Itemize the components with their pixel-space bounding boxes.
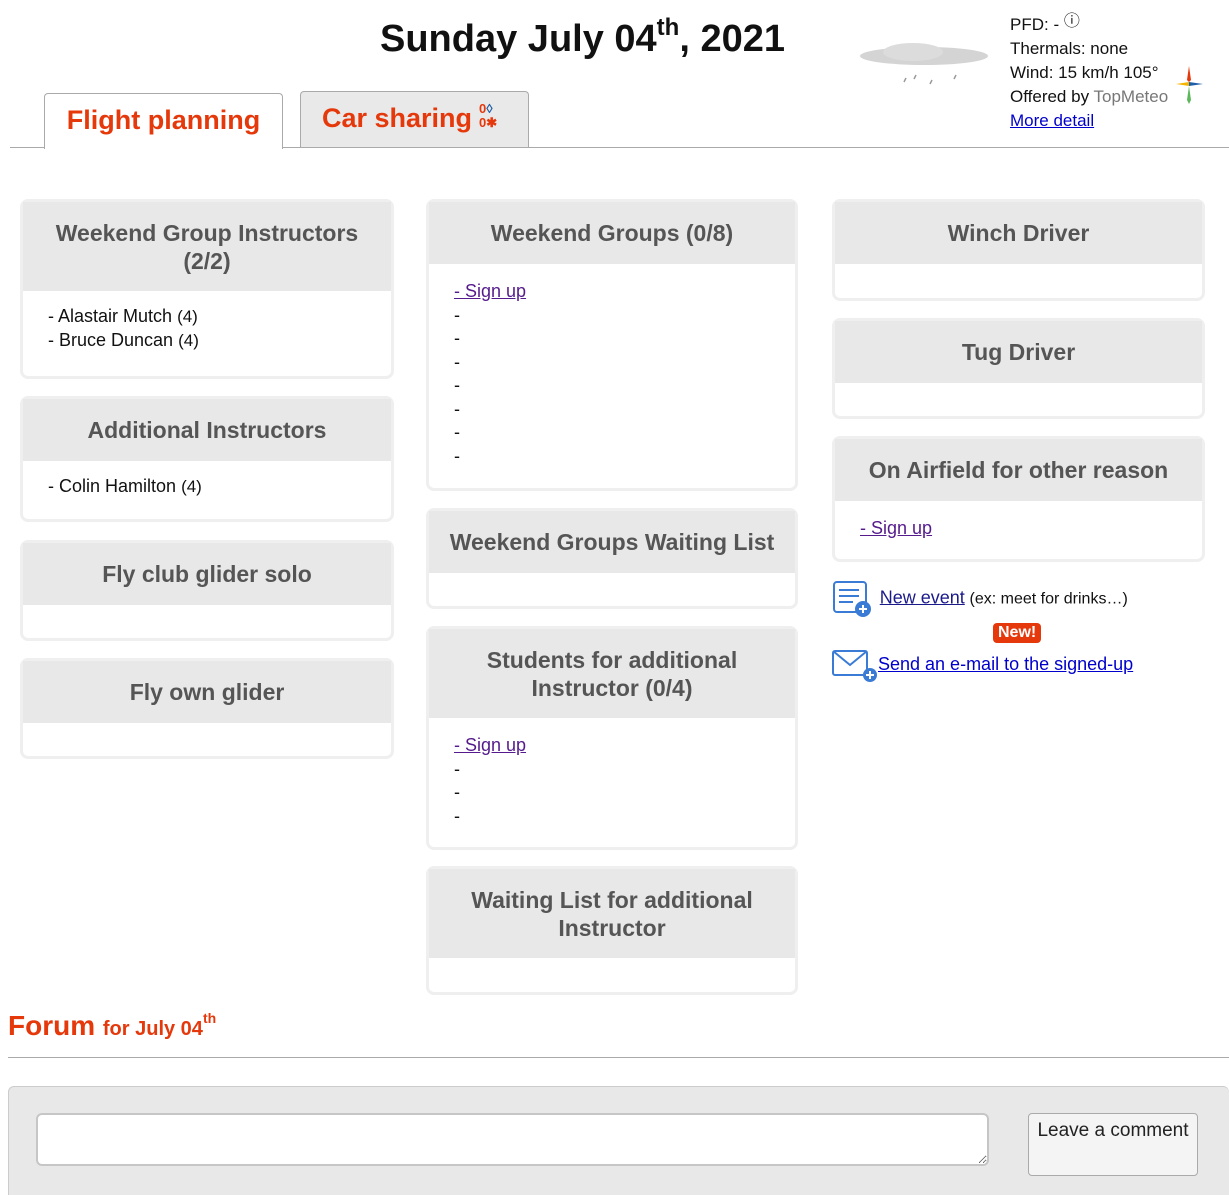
new-badge: New! <box>993 623 1042 643</box>
cloud-rain-icon <box>860 43 988 85</box>
new-event-link[interactable]: New event <box>880 587 965 607</box>
card-title: Waiting List for additional Instructor <box>429 869 795 958</box>
pfd-label: PFD: - <box>1010 15 1060 34</box>
tab-flight-planning[interactable]: Flight planning <box>44 93 283 149</box>
info-icon[interactable]: ⓘ <box>1064 13 1080 30</box>
page-title: Sunday July 04th, 2021 <box>380 14 785 60</box>
send-email-link[interactable]: Send an e-mail to the signed-up <box>878 654 1133 674</box>
thermals-label: Thermals: none <box>1010 39 1129 58</box>
slot: - <box>454 758 460 779</box>
card-title: Winch Driver <box>835 202 1202 264</box>
wind-label: Wind: 15 km/h 105° <box>1010 63 1159 82</box>
slot: - <box>454 328 460 348</box>
card-additional-instructors: Additional Instructors - Colin Hamilton … <box>20 396 394 522</box>
provider-name[interactable]: TopMeteo <box>1094 87 1169 106</box>
card-title: Tug Driver <box>835 321 1202 383</box>
leave-comment-button[interactable]: Leave a comment <box>1028 1113 1198 1176</box>
slot: - <box>454 304 460 325</box>
slot: - <box>454 422 460 442</box>
card-title: Students for additional Instructor (0/4) <box>429 629 795 718</box>
card-title: Weekend Groups Waiting List <box>429 511 795 573</box>
comment-input[interactable] <box>36 1113 989 1166</box>
card-weekend-group-instructors: Weekend Group Instructors (2/2) - Alasta… <box>20 199 394 379</box>
sign-up-link[interactable]: - Sign up <box>454 735 526 755</box>
card-title: Weekend Group Instructors (2/2) <box>23 202 391 291</box>
card-title: Additional Instructors <box>23 399 391 461</box>
slot: - <box>454 445 460 466</box>
calendar-add-icon[interactable] <box>833 580 875 618</box>
sign-up-link[interactable]: - Sign up <box>860 518 932 538</box>
forum-title: Forum for July 04th <box>8 1010 217 1041</box>
card-on-airfield-other-reason: On Airfield for other reason - Sign up <box>832 436 1205 562</box>
list-item[interactable]: - Bruce Duncan (4) <box>48 329 366 353</box>
send-email-row: Send an e-mail to the signed-up <box>832 647 1133 683</box>
new-event-hint: (ex: meet for drinks…) <box>969 590 1128 608</box>
card-winch-driver: Winch Driver <box>832 199 1205 301</box>
list-item[interactable]: - Colin Hamilton (4) <box>48 475 366 499</box>
card-waiting-list-additional-instructor: Waiting List for additional Instructor <box>426 866 798 995</box>
compass-icon <box>1176 66 1203 104</box>
card-title: Fly own glider <box>23 661 391 723</box>
card-fly-own-glider: Fly own glider <box>20 658 394 759</box>
new-event-row: New event (ex: meet for drinks…) <box>833 580 1128 618</box>
car-icon: ◊ <box>486 101 493 116</box>
weather-panel: PFD: - ⓘ Thermals: none Wind: 15 km/h 10… <box>1010 10 1168 133</box>
tab-car-sharing[interactable]: Car sharing 0◊ 0✱ <box>300 91 529 147</box>
card-students-additional-instructor: Students for additional Instructor (0/4)… <box>426 626 798 850</box>
offered-by-label: Offered by <box>1010 87 1090 106</box>
slot: - <box>454 351 460 372</box>
card-title: Fly club glider solo <box>23 543 391 605</box>
slot: - <box>454 805 460 826</box>
forum-divider <box>8 1057 1229 1058</box>
slot: - <box>454 398 460 419</box>
more-detail-link[interactable]: More detail <box>1010 111 1094 130</box>
email-add-icon[interactable] <box>832 647 878 683</box>
card-tug-driver: Tug Driver <box>832 318 1205 419</box>
card-weekend-groups-waiting-list: Weekend Groups Waiting List <box>426 508 798 609</box>
list-item[interactable]: - Alastair Mutch (4) <box>48 305 366 329</box>
sign-up-link[interactable]: - Sign up <box>454 281 526 301</box>
card-title: On Airfield for other reason <box>835 439 1202 501</box>
card-title: Weekend Groups (0/8) <box>429 202 795 264</box>
car-sharing-counts: 0◊ 0✱ <box>479 102 497 130</box>
slot: - <box>454 782 460 802</box>
walker-icon: ✱ <box>486 115 498 130</box>
card-fly-club-glider-solo: Fly club glider solo <box>20 540 394 641</box>
slot: - <box>454 375 460 395</box>
card-weekend-groups: Weekend Groups (0/8) - Sign up - - - - -… <box>426 199 798 491</box>
